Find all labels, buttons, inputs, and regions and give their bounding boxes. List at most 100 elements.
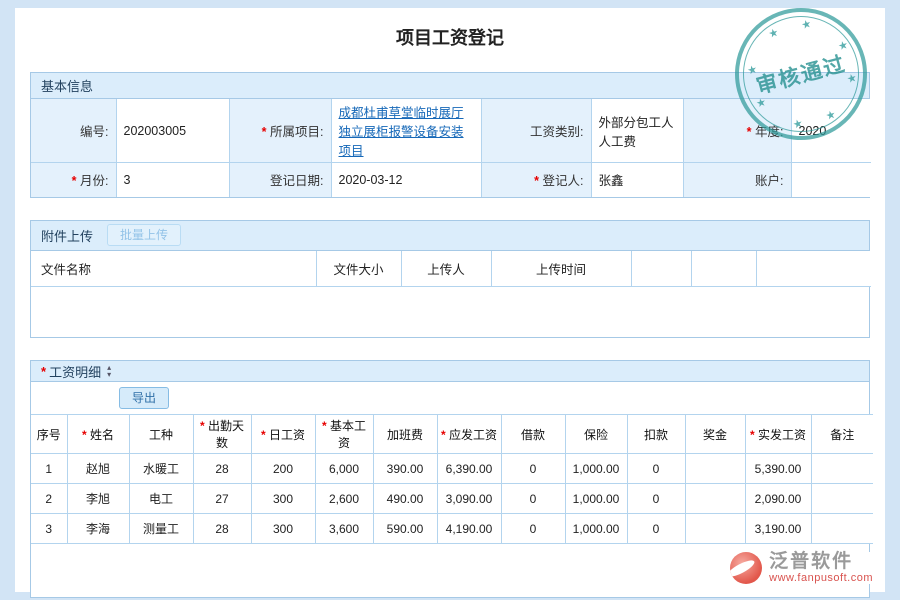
brand-name: 泛普软件 (769, 552, 853, 572)
attachment-header-row: 文件名称文件大小上传人上传时间 (31, 251, 871, 287)
required-marker (534, 174, 542, 188)
wage-details-title: 工资明细 (49, 362, 101, 381)
field-value: 202003005 (116, 99, 229, 163)
wage-cell: 490.00 (373, 484, 437, 514)
field-label: 月份: (31, 163, 116, 197)
field-value: 2020-03-12 (331, 163, 481, 197)
main-card: 项目工资登记 审核通过 基本信息 编号:202003005所属项目:成都杜甫草堂… (15, 8, 885, 592)
batch-upload-button[interactable]: 批量上传 (107, 224, 181, 246)
wage-cell: 2 (31, 484, 67, 514)
wage-row: 1赵旭水暖工282006,000390.006,390.0001,000.000… (31, 454, 873, 484)
wage-column-header: 奖金 (685, 415, 745, 454)
attachments-title: 附件上传 (41, 226, 93, 245)
wage-cell: 28 (193, 514, 251, 544)
field-label: 登记日期: (229, 163, 331, 197)
footer-brand: 泛普软件 www.fanpusoft.com (730, 552, 873, 584)
wage-column-header: 借款 (501, 415, 565, 454)
field-label: 登记人: (481, 163, 591, 197)
wage-column-header: 姓名 (67, 415, 129, 454)
wage-cell: 电工 (129, 484, 193, 514)
attachment-column-header: 文件名称 (31, 251, 316, 287)
basic-info-row: 月份:3登记日期:2020-03-12登记人:张鑫账户: (31, 163, 871, 197)
wage-cell: 3 (31, 514, 67, 544)
field-value: 成都杜甫草堂临时展厅独立展柜报警设备安装项目 (331, 99, 481, 163)
wage-column-header: 出勤天数 (193, 415, 251, 454)
wage-row: 3李海测量工283003,600590.004,190.0001,000.000… (31, 514, 873, 544)
sort-toggle-icon[interactable] (107, 364, 111, 378)
wage-cell: 27 (193, 484, 251, 514)
wage-cell (811, 514, 873, 544)
wage-cell: 李旭 (67, 484, 129, 514)
export-button[interactable]: 导出 (119, 387, 169, 409)
wage-cell: 1,000.00 (565, 454, 627, 484)
attachment-column-header: 文件大小 (316, 251, 401, 287)
field-label: 所属项目: (229, 99, 331, 163)
wage-cell: 1,000.00 (565, 484, 627, 514)
wage-cell: 200 (251, 454, 315, 484)
wage-column-header: 日工资 (251, 415, 315, 454)
wage-cell: 28 (193, 454, 251, 484)
required-marker (200, 419, 208, 433)
wage-cell: 6,390.00 (437, 454, 501, 484)
required-marker (262, 125, 270, 139)
wage-column-header: 应发工资 (437, 415, 501, 454)
wage-row: 2李旭电工273002,600490.003,090.0001,000.0002… (31, 484, 873, 514)
required-marker (750, 428, 758, 442)
attachment-column-header (756, 251, 871, 287)
project-link[interactable]: 成都杜甫草堂临时展厅独立展柜报警设备安装项目 (339, 106, 464, 158)
wage-column-header: 实发工资 (745, 415, 811, 454)
wage-cell: 0 (501, 514, 565, 544)
wage-column-header: 基本工资 (315, 415, 373, 454)
wage-cell: 3,090.00 (437, 484, 501, 514)
wage-cell: 590.00 (373, 514, 437, 544)
wage-column-header: 保险 (565, 415, 627, 454)
wage-column-header: 加班费 (373, 415, 437, 454)
wage-cell: 300 (251, 514, 315, 544)
wage-cell: 0 (627, 484, 685, 514)
attachment-column-header (631, 251, 691, 287)
fanpu-logo-icon (730, 552, 762, 584)
attachments-section: 附件上传 批量上传 文件名称文件大小上传人上传时间 (30, 220, 870, 339)
wage-cell: 3,190.00 (745, 514, 811, 544)
wage-cell: 李海 (67, 514, 129, 544)
attachments-header: 附件上传 批量上传 (31, 221, 869, 251)
basic-info-header: 基本信息 (31, 73, 869, 99)
wage-cell (685, 454, 745, 484)
field-value: 外部分包工人人工费 (591, 99, 683, 163)
wage-cell: 水暖工 (129, 454, 193, 484)
wage-cell: 3,600 (315, 514, 373, 544)
basic-info-section: 基本信息 编号:202003005所属项目:成都杜甫草堂临时展厅独立展柜报警设备… (30, 72, 870, 198)
field-label: 工资类别: (481, 99, 591, 163)
page-title: 项目工资登记 (15, 8, 885, 48)
basic-info-table: 编号:202003005所属项目:成都杜甫草堂临时展厅独立展柜报警设备安装项目工… (31, 99, 871, 197)
basic-info-row: 编号:202003005所属项目:成都杜甫草堂临时展厅独立展柜报警设备安装项目工… (31, 99, 871, 163)
wage-cell: 300 (251, 484, 315, 514)
wage-cell: 0 (627, 454, 685, 484)
required-marker (41, 364, 46, 379)
wage-column-header: 备注 (811, 415, 873, 454)
field-label: 编号: (31, 99, 116, 163)
field-value: 张鑫 (591, 163, 683, 197)
wage-column-header: 工种 (129, 415, 193, 454)
required-marker (82, 428, 90, 442)
wage-cell: 0 (501, 454, 565, 484)
required-marker (72, 174, 80, 188)
wage-cell: 2,090.00 (745, 484, 811, 514)
wage-cell (685, 484, 745, 514)
wage-cell (685, 514, 745, 544)
wage-cell: 2,600 (315, 484, 373, 514)
field-value (791, 163, 871, 197)
wage-header-row: 序号姓名工种出勤天数日工资基本工资加班费应发工资借款保险扣款奖金实发工资备注 (31, 415, 873, 454)
field-value: 3 (116, 163, 229, 197)
wage-cell: 0 (501, 484, 565, 514)
wage-cell (811, 454, 873, 484)
field-value: 2020 (791, 99, 871, 163)
wage-column-header: 序号 (31, 415, 67, 454)
required-marker (261, 428, 269, 442)
wage-cell: 5,390.00 (745, 454, 811, 484)
wage-column-header: 扣款 (627, 415, 685, 454)
attachment-column-header (691, 251, 756, 287)
attachment-column-header: 上传人 (401, 251, 491, 287)
brand-url: www.fanpusoft.com (769, 572, 873, 584)
wage-cell: 赵旭 (67, 454, 129, 484)
